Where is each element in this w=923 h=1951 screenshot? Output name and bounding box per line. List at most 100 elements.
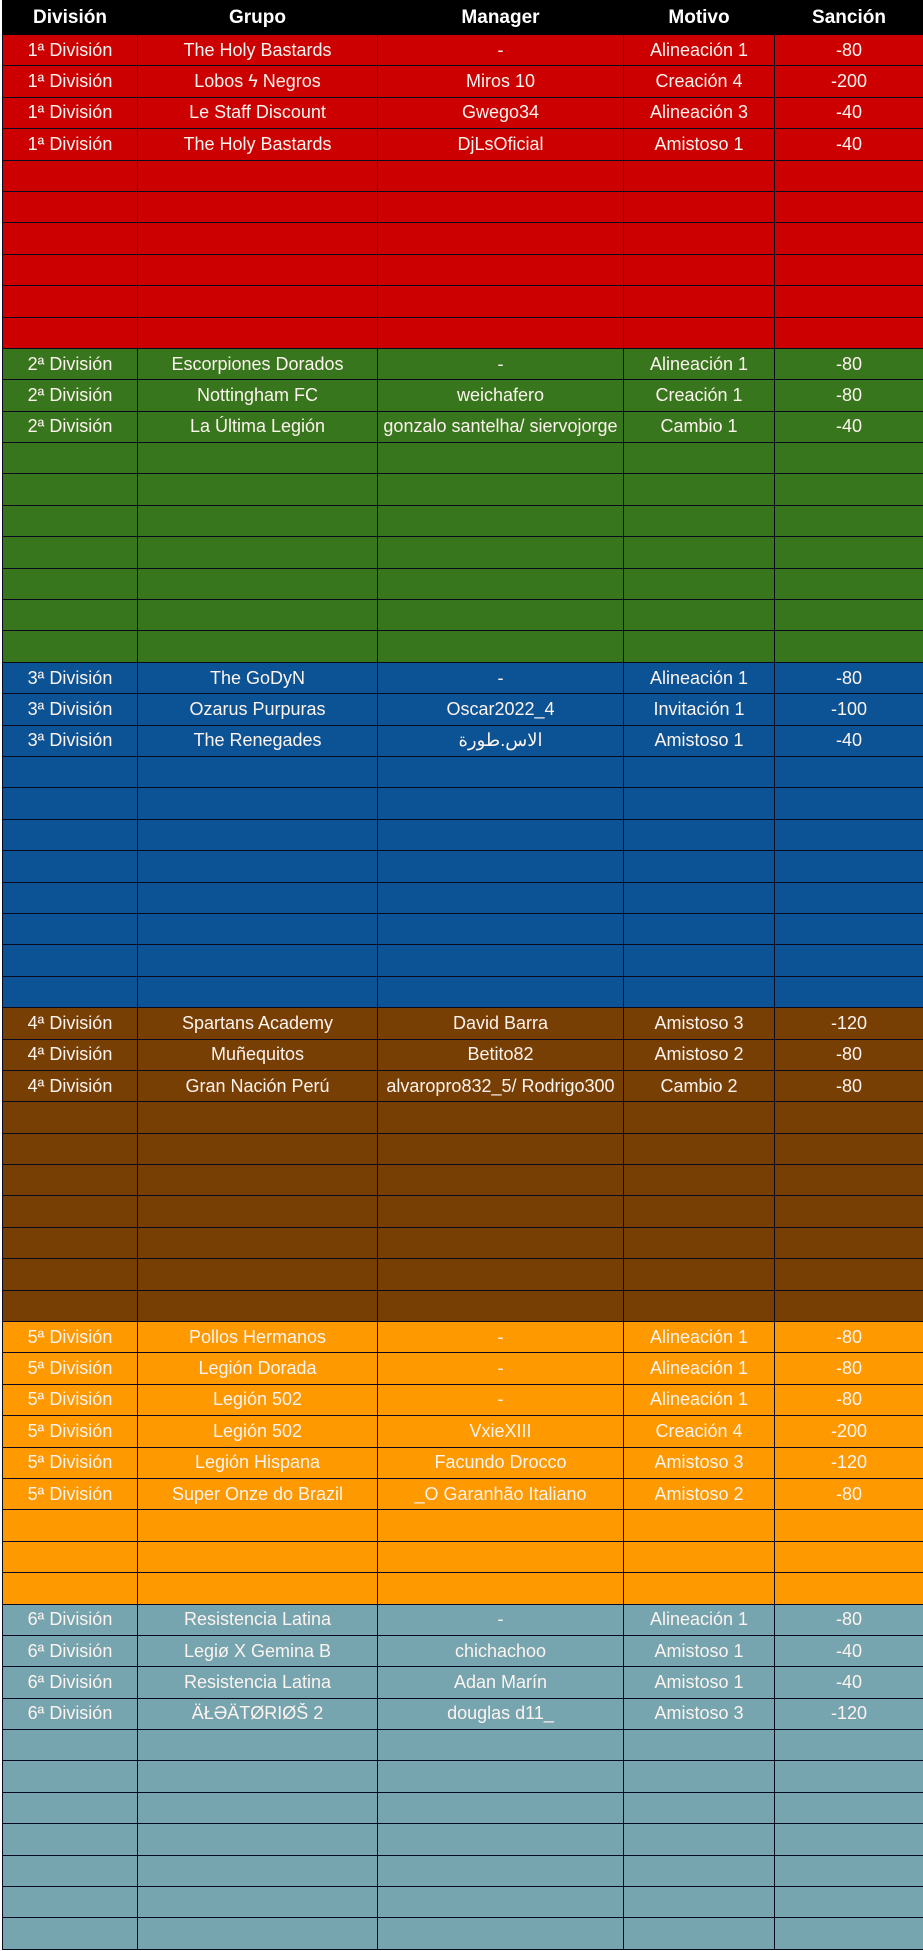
- empty-cell[interactable]: [623, 1729, 775, 1762]
- empty-cell[interactable]: [774, 159, 923, 192]
- cell-grupo[interactable]: The Renegades: [137, 724, 378, 757]
- cell-grupo[interactable]: Legión 502: [137, 1383, 378, 1417]
- empty-cell[interactable]: [774, 755, 923, 789]
- empty-cell[interactable]: [623, 1164, 775, 1197]
- empty-cell[interactable]: [623, 1132, 775, 1166]
- empty-cell[interactable]: [137, 159, 378, 192]
- empty-cell[interactable]: [137, 190, 378, 224]
- cell-motivo[interactable]: Amistoso 3: [623, 1007, 775, 1040]
- empty-cell[interactable]: [623, 1572, 775, 1605]
- empty-cell[interactable]: [377, 912, 624, 946]
- empty-cell[interactable]: [377, 630, 624, 663]
- cell-division[interactable]: 2ª División: [2, 410, 138, 444]
- empty-cell[interactable]: [137, 1886, 378, 1919]
- empty-cell[interactable]: [377, 1729, 624, 1762]
- cell-grupo[interactable]: The Holy Bastards: [137, 33, 378, 67]
- empty-cell[interactable]: [377, 190, 624, 224]
- empty-cell[interactable]: [774, 1195, 923, 1228]
- empty-cell[interactable]: [623, 599, 775, 632]
- cell-manager[interactable]: weichafero: [377, 379, 624, 412]
- empty-cell[interactable]: [137, 881, 378, 914]
- empty-cell[interactable]: [377, 1101, 624, 1134]
- cell-division[interactable]: 5ª División: [2, 1446, 138, 1479]
- empty-cell[interactable]: [774, 912, 923, 946]
- cell-sancion[interactable]: -40: [774, 128, 923, 161]
- cell-grupo[interactable]: Super Onze do Brazil: [137, 1477, 378, 1511]
- empty-cell[interactable]: [774, 504, 923, 538]
- empty-cell[interactable]: [774, 850, 923, 883]
- cell-grupo[interactable]: Legiø X Gemina B: [137, 1634, 378, 1668]
- empty-cell[interactable]: [2, 504, 138, 538]
- empty-cell[interactable]: [137, 1226, 378, 1260]
- cell-motivo[interactable]: Amistoso 1: [623, 1666, 775, 1699]
- cell-sancion[interactable]: -80: [774, 1321, 923, 1354]
- empty-cell[interactable]: [774, 473, 923, 506]
- empty-cell[interactable]: [137, 1289, 378, 1323]
- empty-cell[interactable]: [623, 1101, 775, 1134]
- cell-manager[interactable]: Facundo Drocco: [377, 1446, 624, 1479]
- empty-cell[interactable]: [137, 975, 378, 1009]
- cell-division[interactable]: 5ª División: [2, 1383, 138, 1417]
- cell-sancion[interactable]: -100: [774, 693, 923, 726]
- cell-division[interactable]: 2ª División: [2, 347, 138, 381]
- empty-cell[interactable]: [2, 1823, 138, 1856]
- cell-manager[interactable]: Miros 10: [377, 65, 624, 98]
- empty-cell[interactable]: [137, 1760, 378, 1793]
- cell-manager[interactable]: David Barra: [377, 1007, 624, 1040]
- empty-cell[interactable]: [2, 850, 138, 883]
- cell-sancion[interactable]: -80: [774, 1038, 923, 1071]
- empty-cell[interactable]: [2, 630, 138, 663]
- cell-grupo[interactable]: Legión Dorada: [137, 1352, 378, 1385]
- empty-cell[interactable]: [774, 1540, 923, 1574]
- empty-cell[interactable]: [774, 881, 923, 914]
- empty-cell[interactable]: [774, 1132, 923, 1166]
- empty-cell[interactable]: [377, 818, 624, 852]
- cell-motivo[interactable]: Amistoso 1: [623, 1634, 775, 1668]
- cell-grupo[interactable]: Legión Hispana: [137, 1446, 378, 1479]
- cell-motivo[interactable]: Amistoso 3: [623, 1446, 775, 1479]
- empty-cell[interactable]: [774, 285, 923, 318]
- empty-cell[interactable]: [377, 975, 624, 1009]
- cell-manager[interactable]: Oscar2022_4: [377, 693, 624, 726]
- empty-cell[interactable]: [774, 1917, 923, 1950]
- cell-sancion[interactable]: -40: [774, 724, 923, 757]
- empty-cell[interactable]: [377, 1289, 624, 1323]
- empty-cell[interactable]: [623, 1886, 775, 1919]
- cell-sancion[interactable]: -80: [774, 1603, 923, 1636]
- empty-cell[interactable]: [774, 1572, 923, 1605]
- cell-grupo[interactable]: ÄŁƏÄTØRIØŠ 2: [137, 1697, 378, 1731]
- empty-cell[interactable]: [137, 1854, 378, 1888]
- empty-cell[interactable]: [774, 1101, 923, 1134]
- empty-cell[interactable]: [2, 599, 138, 632]
- cell-division[interactable]: 6ª División: [2, 1603, 138, 1636]
- empty-cell[interactable]: [377, 536, 624, 569]
- empty-cell[interactable]: [774, 944, 923, 977]
- empty-cell[interactable]: [2, 755, 138, 789]
- empty-cell[interactable]: [377, 1572, 624, 1605]
- empty-cell[interactable]: [137, 1823, 378, 1856]
- empty-cell[interactable]: [2, 316, 138, 349]
- empty-cell[interactable]: [774, 222, 923, 255]
- empty-cell[interactable]: [774, 787, 923, 820]
- empty-cell[interactable]: [377, 504, 624, 538]
- cell-motivo[interactable]: Alineación 1: [623, 33, 775, 67]
- empty-cell[interactable]: [623, 787, 775, 820]
- empty-cell[interactable]: [377, 1917, 624, 1950]
- cell-sancion[interactable]: -40: [774, 410, 923, 444]
- cell-division[interactable]: 6ª División: [2, 1634, 138, 1668]
- cell-motivo[interactable]: Creación 4: [623, 65, 775, 98]
- empty-cell[interactable]: [2, 1289, 138, 1323]
- empty-cell[interactable]: [137, 442, 378, 475]
- empty-cell[interactable]: [137, 1572, 378, 1605]
- cell-motivo[interactable]: Amistoso 1: [623, 724, 775, 757]
- cell-sancion[interactable]: -200: [774, 65, 923, 98]
- cell-motivo[interactable]: Alineación 1: [623, 347, 775, 381]
- empty-cell[interactable]: [2, 253, 138, 287]
- empty-cell[interactable]: [623, 1509, 775, 1542]
- empty-cell[interactable]: [623, 253, 775, 287]
- empty-cell[interactable]: [377, 1760, 624, 1793]
- empty-cell[interactable]: [137, 1132, 378, 1166]
- empty-cell[interactable]: [377, 1258, 624, 1291]
- cell-manager[interactable]: Betito82: [377, 1038, 624, 1071]
- empty-cell[interactable]: [774, 1760, 923, 1793]
